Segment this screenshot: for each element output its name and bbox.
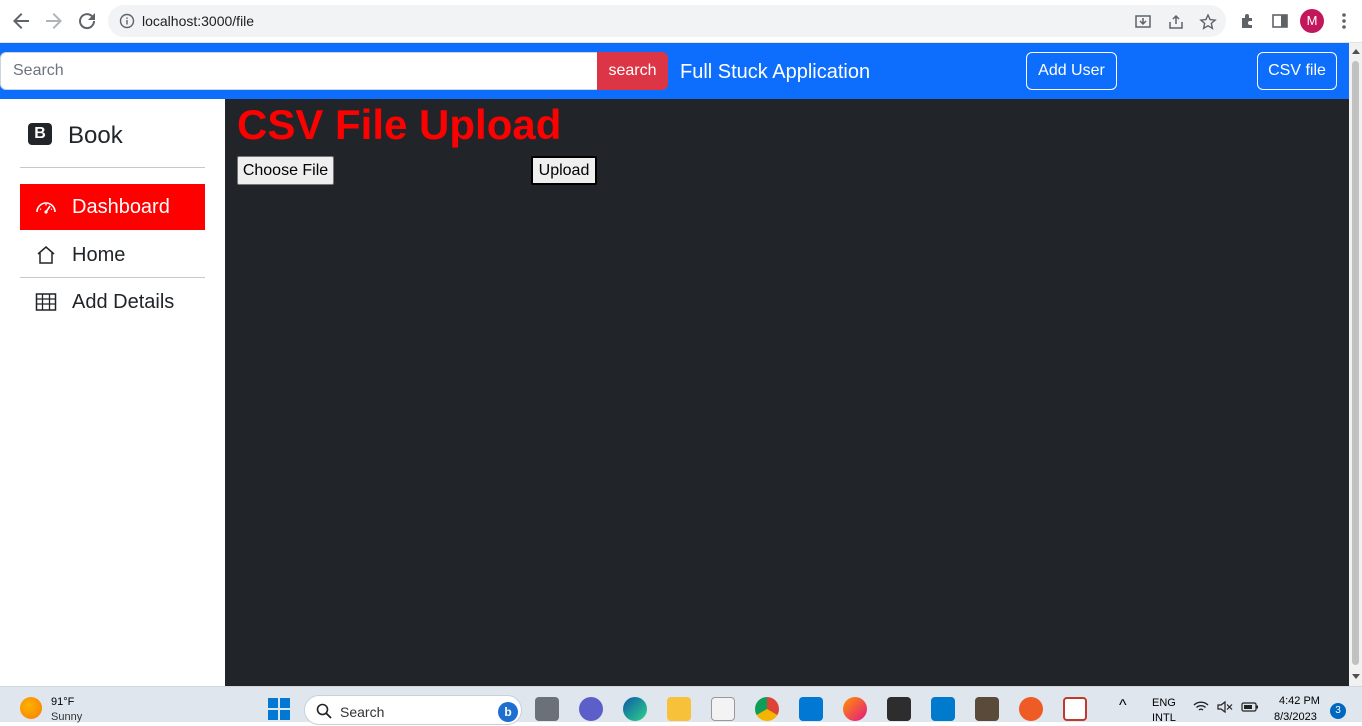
bing-icon[interactable]: b bbox=[498, 702, 518, 722]
top-navbar: Search search Full Stuck Application Add… bbox=[0, 43, 1349, 99]
notification-badge[interactable]: 3 bbox=[1330, 703, 1346, 719]
sidebar-item-dashboard[interactable]: Dashboard bbox=[20, 184, 205, 230]
upload-button[interactable]: Upload bbox=[531, 156, 597, 185]
weather-sun-icon[interactable] bbox=[20, 697, 42, 719]
windows-start-icon[interactable] bbox=[267, 697, 291, 721]
clock-time[interactable]: 4:42 PM bbox=[1279, 695, 1320, 707]
postman-icon[interactable] bbox=[1019, 697, 1043, 721]
edge-icon[interactable] bbox=[623, 697, 647, 721]
address-bar[interactable]: localhost:3000/file bbox=[108, 5, 1226, 37]
url-text: localhost:3000/file bbox=[142, 13, 255, 29]
bookmark-star-icon[interactable] bbox=[1199, 13, 1217, 31]
teams-chat-icon[interactable] bbox=[579, 697, 603, 721]
mail-icon[interactable] bbox=[799, 697, 823, 721]
weather-description: Sunny bbox=[51, 711, 83, 723]
divider bbox=[20, 277, 205, 278]
vscode-icon[interactable] bbox=[931, 697, 955, 721]
scroll-down-icon[interactable] bbox=[1352, 674, 1360, 679]
weather-temperature: 91°F bbox=[51, 696, 75, 708]
sidebar-brand[interactable]: Book bbox=[68, 122, 123, 150]
chrome-icon[interactable] bbox=[755, 697, 779, 721]
search-button[interactable]: search bbox=[597, 52, 668, 90]
bootstrap-logo-icon: B bbox=[28, 123, 52, 145]
choose-file-button[interactable]: Choose File bbox=[237, 156, 334, 185]
forward-icon[interactable] bbox=[42, 9, 66, 33]
language-layout[interactable]: INTL bbox=[1152, 712, 1176, 724]
add-user-button[interactable]: Add User bbox=[1026, 52, 1117, 90]
file-explorer-icon[interactable] bbox=[667, 697, 691, 721]
side-panel-icon[interactable] bbox=[1271, 12, 1289, 30]
language-indicator[interactable]: ENG bbox=[1152, 697, 1176, 709]
sidebar-item-label: Add Details bbox=[72, 291, 175, 313]
terminal-icon[interactable] bbox=[887, 697, 911, 721]
show-hidden-icons-chevron-icon[interactable]: ^ bbox=[1119, 697, 1127, 715]
page-scrollbar[interactable] bbox=[1349, 43, 1362, 686]
taskbar-search[interactable]: Search b bbox=[304, 695, 522, 725]
clock-date[interactable]: 8/3/2023 bbox=[1274, 711, 1317, 723]
main-content: CSV File Upload Choose File Upload bbox=[225, 99, 1349, 686]
table-icon bbox=[35, 292, 57, 312]
share-icon[interactable] bbox=[1167, 13, 1185, 31]
csv-file-button[interactable]: CSV file bbox=[1257, 52, 1337, 90]
brand-title[interactable]: Full Stuck Application bbox=[680, 61, 870, 84]
xampp-icon[interactable] bbox=[975, 697, 999, 721]
install-icon[interactable] bbox=[1134, 13, 1152, 31]
sidebar-item-label: Home bbox=[72, 244, 126, 266]
profile-avatar[interactable]: M bbox=[1300, 9, 1324, 33]
more-menu-icon[interactable] bbox=[1337, 11, 1351, 31]
sidebar-item-add-details[interactable]: Add Details bbox=[20, 279, 205, 325]
info-icon[interactable] bbox=[119, 13, 135, 29]
snipping-tool-icon[interactable] bbox=[1063, 697, 1087, 721]
firefox-icon[interactable] bbox=[843, 697, 867, 721]
scroll-thumb[interactable] bbox=[1352, 61, 1359, 665]
speedometer-icon bbox=[35, 197, 57, 217]
taskbar-search-label: Search bbox=[340, 704, 385, 720]
os-taskbar: 91°F Sunny Search b ^ ENG INTL 4:42 PM 8… bbox=[0, 686, 1362, 725]
extensions-icon[interactable] bbox=[1239, 12, 1257, 30]
sidebar-item-home[interactable]: Home bbox=[20, 232, 205, 278]
search-icon bbox=[316, 703, 332, 719]
scroll-up-icon[interactable] bbox=[1352, 49, 1360, 54]
back-icon[interactable] bbox=[9, 9, 33, 33]
battery-icon[interactable] bbox=[1241, 701, 1259, 713]
search-input[interactable]: Search bbox=[0, 52, 598, 90]
sidebar: B Book Dashboard Home Add Details bbox=[0, 99, 225, 686]
divider bbox=[20, 167, 205, 168]
home-icon bbox=[35, 245, 57, 265]
task-view-icon[interactable] bbox=[535, 697, 559, 721]
wifi-icon[interactable] bbox=[1193, 701, 1209, 713]
sidebar-item-label: Dashboard bbox=[72, 196, 170, 218]
microsoft-store-icon[interactable] bbox=[711, 697, 735, 721]
browser-toolbar: localhost:3000/file M bbox=[0, 0, 1362, 43]
reload-icon[interactable] bbox=[75, 9, 99, 33]
page-title: CSV File Upload bbox=[237, 101, 562, 148]
volume-muted-icon[interactable] bbox=[1217, 700, 1233, 714]
